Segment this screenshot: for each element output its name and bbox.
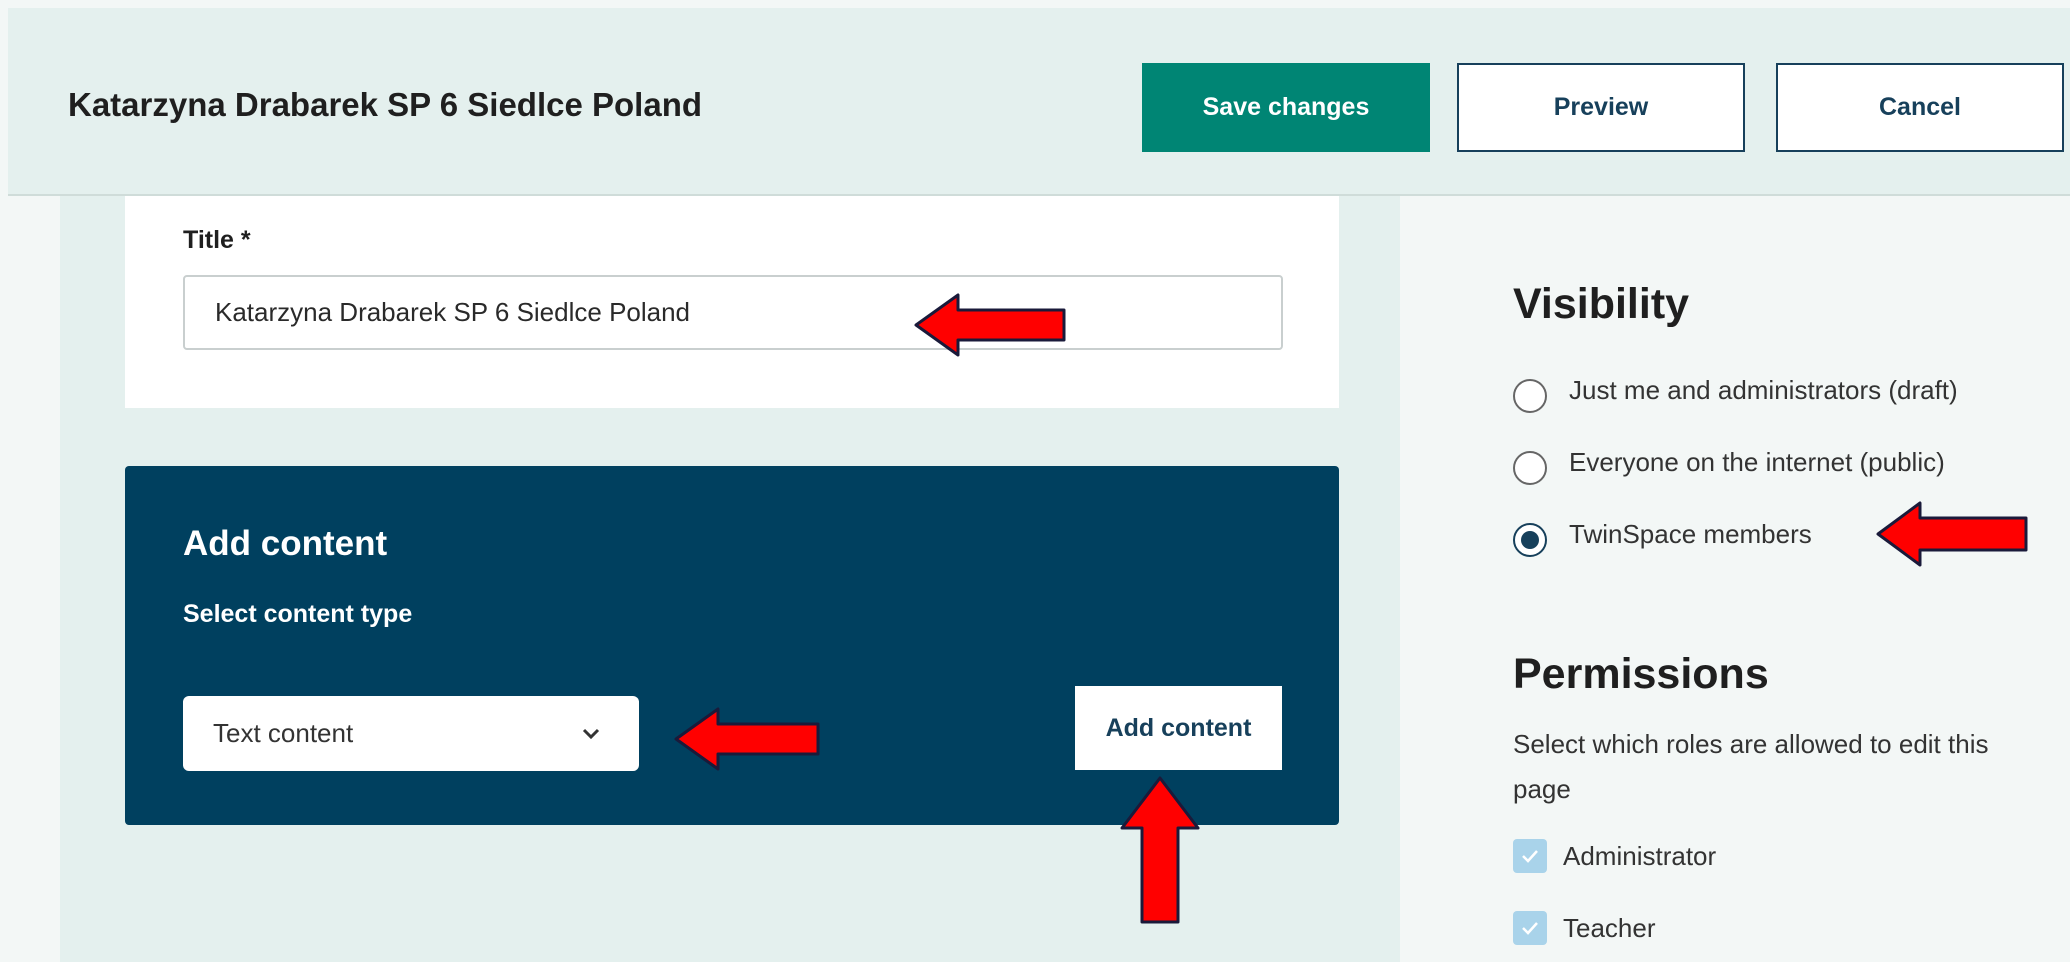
cancel-button[interactable]: Cancel <box>1776 63 2064 152</box>
annotation-arrow <box>914 293 1066 357</box>
annotation-arrow <box>674 707 820 771</box>
visibility-option-twinspace[interactable]: TwinSpace members <box>1513 514 1812 557</box>
preview-button[interactable]: Preview <box>1457 63 1745 152</box>
title-label: Title * <box>183 226 251 254</box>
radio-twinspace[interactable] <box>1513 523 1547 557</box>
page-title: Katarzyna Drabarek SP 6 Siedlce Poland <box>68 86 703 123</box>
visibility-option-draft[interactable]: Just me and administrators (draft) <box>1513 370 1958 413</box>
add-content-button[interactable]: Add content <box>1075 686 1282 770</box>
visibility-option-label: Just me and administrators (draft) <box>1569 374 1958 405</box>
annotation-arrow <box>1120 776 1200 924</box>
check-icon <box>1522 922 1538 935</box>
teacher-checkbox[interactable] <box>1513 911 1547 945</box>
role-label: Administrator <box>1563 840 1717 871</box>
visibility-option-public[interactable]: Everyone on the internet (public) <box>1513 442 1945 485</box>
visibility-heading: Visibility <box>1513 280 1690 328</box>
permissions-description: Select which roles are allowed to edit t… <box>1513 729 1989 804</box>
permissions-heading: Permissions <box>1513 650 1769 698</box>
check-icon <box>1522 850 1538 863</box>
radio-draft[interactable] <box>1513 379 1547 413</box>
content-type-label: Select content type <box>183 600 413 628</box>
content-type-value: Text content <box>213 718 354 748</box>
content-type-select[interactable]: Text content <box>183 696 639 771</box>
page-header: Katarzyna Drabarek SP 6 Siedlce Poland S… <box>8 8 2070 196</box>
save-changes-button[interactable]: Save changes <box>1142 63 1430 152</box>
visibility-option-label: TwinSpace members <box>1569 518 1812 549</box>
role-teacher[interactable]: Teacher <box>1513 910 1656 946</box>
chevron-down-icon <box>582 728 600 739</box>
title-input[interactable]: Katarzyna Drabarek SP 6 Siedlce Poland <box>183 275 1283 350</box>
role-label: Teacher <box>1563 912 1656 943</box>
add-content-heading: Add content <box>183 524 388 563</box>
administrator-checkbox[interactable] <box>1513 839 1547 873</box>
title-card: Title * Katarzyna Drabarek SP 6 Siedlce … <box>125 196 1339 408</box>
role-administrator[interactable]: Administrator <box>1513 838 1716 874</box>
visibility-option-label: Everyone on the internet (public) <box>1569 446 1945 477</box>
annotation-arrow <box>1876 501 2028 567</box>
radio-public[interactable] <box>1513 451 1547 485</box>
